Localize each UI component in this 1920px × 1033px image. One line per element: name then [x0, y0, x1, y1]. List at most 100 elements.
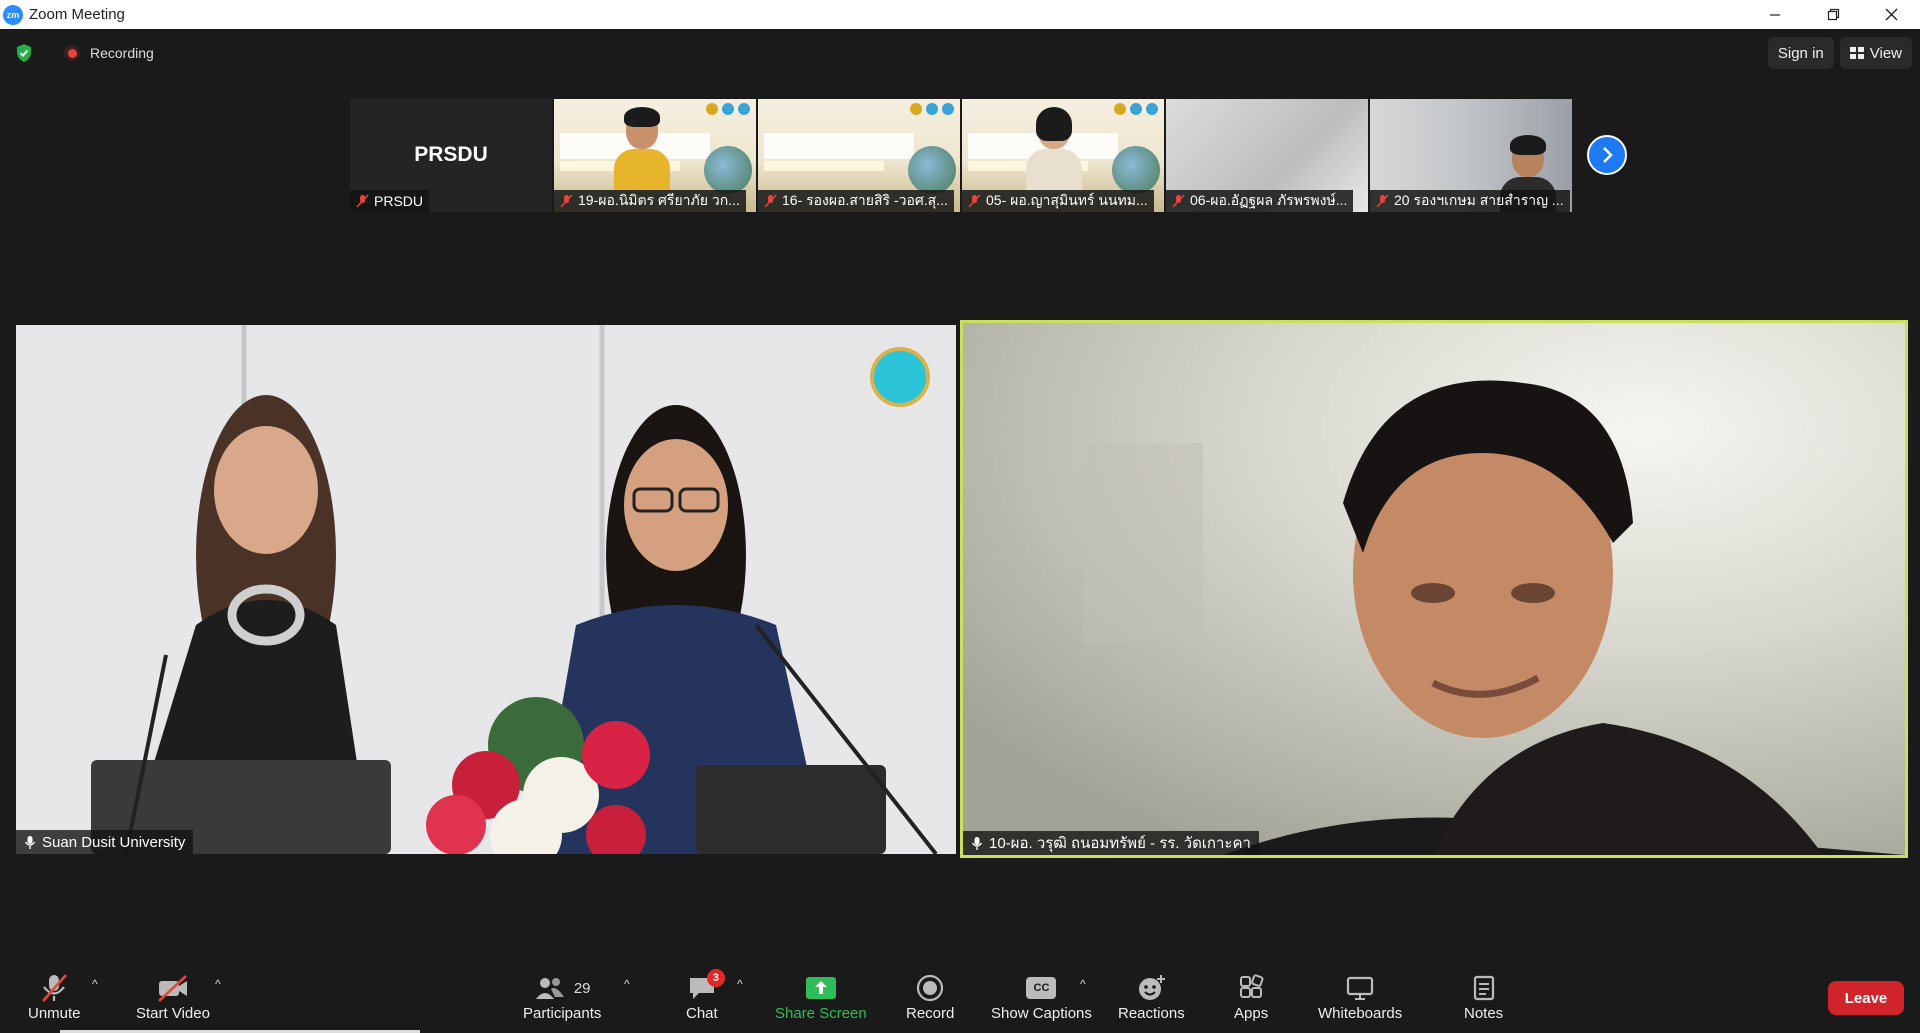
- chat-options-caret-icon[interactable]: ^: [737, 977, 743, 991]
- video-feed-scene: [16, 325, 956, 854]
- participant-name: 16- รองผอ.สายสิริ -วอศ.สุ...: [782, 192, 948, 208]
- close-icon: [1885, 8, 1897, 21]
- show-captions-label: Show Captions: [991, 1005, 1092, 1022]
- topbar-actions: Sign in View: [1767, 37, 1912, 69]
- captions-options-caret-icon[interactable]: ^: [1080, 977, 1086, 991]
- participants-icon: [535, 978, 564, 999]
- participant-name: 05- ผอ.ญาสุมินทร์ นนทม...: [986, 192, 1148, 208]
- participants-label: Participants: [523, 1005, 602, 1022]
- zoom-logo-icon: zm: [3, 4, 23, 25]
- main-video-tile[interactable]: Suan Dusit University: [16, 325, 956, 854]
- chat-unread-badge: 3: [706, 969, 725, 987]
- participant-name: PRSDU: [374, 193, 424, 209]
- next-page-button[interactable]: [1587, 135, 1627, 175]
- participant-tile[interactable]: PRSDU PRSDU: [350, 99, 552, 212]
- reactions-smiley-icon: [1139, 975, 1166, 1000]
- record-label: Record: [906, 1005, 955, 1022]
- muted-mic-icon: [968, 194, 981, 208]
- participant-video-feed: [614, 107, 670, 191]
- chat-button[interactable]: 3 Chat: [686, 969, 725, 1022]
- unmute-label: Unmute: [28, 1005, 81, 1022]
- participant-name-label: 20 รองฯเกษม สายสำราญ ...: [1370, 190, 1570, 212]
- participant-name-label: 16- รองผอ.สายสิริ -วอศ.สุ...: [758, 190, 954, 212]
- whiteboards-button[interactable]: Whiteboards: [1318, 971, 1402, 1022]
- whiteboards-label: Whiteboards: [1318, 1005, 1403, 1022]
- participant-tile[interactable]: 19-ผอ.นิมิตร ศรียาภัย วก...: [554, 99, 756, 212]
- share-screen-button[interactable]: Share Screen: [775, 971, 867, 1022]
- whiteboard-icon: [1347, 976, 1374, 1000]
- close-button[interactable]: [1862, 0, 1920, 29]
- participant-tile[interactable]: 06-ผอ.อัฏฐผล ภัรพรพงษ์...: [1166, 99, 1368, 212]
- participant-name-label: 19-ผอ.นิมิตร ศรียาภัย วก...: [554, 190, 746, 212]
- show-captions-button[interactable]: CC Show Captions: [991, 971, 1092, 1022]
- record-icon: [917, 974, 944, 1002]
- minimize-icon: [1770, 13, 1780, 16]
- active-speaker-video-tile[interactable]: 10-ผอ. วรุฒิ ถนอมทรัพย์ - รร. วัดเกาะคา: [960, 320, 1908, 858]
- apps-button[interactable]: Apps: [1234, 971, 1268, 1022]
- video-off-icon: [158, 975, 187, 1002]
- view-label: View: [1869, 44, 1902, 62]
- start-video-label: Start Video: [136, 1005, 210, 1022]
- participants-count: 29: [573, 979, 591, 997]
- chat-label: Chat: [686, 1005, 718, 1022]
- chevron-right-icon: [1603, 147, 1613, 163]
- notes-button[interactable]: Notes: [1464, 971, 1503, 1022]
- unmute-button[interactable]: Unmute: [28, 971, 81, 1022]
- restore-button[interactable]: [1804, 0, 1862, 29]
- participant-name: 19-ผอ.นิมิตร ศรียาภัย วก...: [578, 192, 740, 208]
- view-button[interactable]: View: [1839, 37, 1912, 69]
- minimize-button[interactable]: [1746, 0, 1804, 29]
- participant-name: 10-ผอ. วรุฒิ ถนอมทรัพย์ - รร. วัดเกาะคา: [989, 835, 1251, 852]
- participant-name: 20 รองฯเกษม สายสำราญ ...: [1394, 192, 1564, 208]
- record-button[interactable]: Record: [906, 971, 954, 1022]
- participant-name: 06-ผอ.อัฏฐผล ภัรพรพงษ์...: [1190, 192, 1348, 208]
- video-feed-scene: [963, 323, 1905, 855]
- window-titlebar: zm Zoom Meeting: [0, 0, 1920, 29]
- security-shield-icon[interactable]: [14, 43, 34, 63]
- reactions-button[interactable]: Reactions: [1118, 971, 1185, 1022]
- notes-label: Notes: [1464, 1005, 1504, 1022]
- leave-meeting-button[interactable]: Leave: [1828, 981, 1904, 1015]
- window-controls: [1746, 0, 1920, 29]
- muted-mic-icon: [1376, 194, 1389, 208]
- meeting-toolbar: Unmute ^ Start Video ^ 29 Participants ^…: [0, 953, 1920, 1033]
- participant-tile[interactable]: 16- รองผอ.สายสิริ -วอศ.สุ...: [758, 99, 960, 212]
- notes-icon: [1473, 975, 1494, 1001]
- restore-icon: [1827, 8, 1839, 21]
- muted-mic-icon: [560, 194, 573, 208]
- reactions-label: Reactions: [1118, 1005, 1185, 1022]
- muted-mic-icon: [1172, 194, 1185, 208]
- mic-icon: [24, 835, 36, 849]
- share-screen-icon: [805, 977, 836, 999]
- grid-view-icon: [1849, 47, 1864, 59]
- video-options-caret-icon[interactable]: ^: [215, 977, 221, 991]
- sign-in-label: Sign in: [1777, 44, 1824, 62]
- mic-icon: [971, 836, 983, 850]
- participant-name-label: 05- ผอ.ญาสุมินทร์ นนทม...: [962, 190, 1154, 212]
- recording-status: Recording: [90, 45, 154, 61]
- participants-button[interactable]: 29 Participants: [523, 971, 601, 1022]
- video-name-label: Suan Dusit University: [16, 830, 194, 854]
- recording-icon[interactable]: [64, 45, 80, 61]
- participant-name-label: 06-ผอ.อัฏฐผล ภัรพรพงษ์...: [1166, 190, 1354, 212]
- participant-tile[interactable]: 05- ผอ.ญาสุมินทร์ นนทม...: [962, 99, 1164, 212]
- participant-name: Suan Dusit University: [42, 833, 186, 851]
- muted-mic-icon: [764, 194, 777, 208]
- share-screen-label: Share Screen: [775, 1005, 867, 1022]
- participant-thumbnail-strip: PRSDU PRSDU 19-ผอ.นิมิตร ศรียาภัย วก... …: [350, 99, 1572, 212]
- muted-mic-icon: [42, 974, 68, 1002]
- start-video-button[interactable]: Start Video: [136, 971, 210, 1022]
- video-name-label: 10-ผอ. วรุฒิ ถนอมทรัพย์ - รร. วัดเกาะคา: [963, 831, 1259, 855]
- participant-video-feed: [1026, 107, 1082, 191]
- closed-captions-icon: CC: [1026, 977, 1057, 999]
- meeting-topbar: Recording Sign in View: [0, 29, 1920, 77]
- sign-in-button[interactable]: Sign in: [1767, 37, 1834, 69]
- participants-options-caret-icon[interactable]: ^: [624, 977, 630, 991]
- audio-options-caret-icon[interactable]: ^: [92, 977, 98, 991]
- apps-icon: [1240, 974, 1264, 998]
- muted-mic-icon: [356, 194, 369, 208]
- participant-name-label: PRSDU: [350, 190, 430, 212]
- window-title: Zoom Meeting: [29, 6, 125, 23]
- participant-tile[interactable]: 20 รองฯเกษม สายสำราญ ...: [1370, 99, 1572, 212]
- participant-display-name: PRSDU: [414, 143, 488, 166]
